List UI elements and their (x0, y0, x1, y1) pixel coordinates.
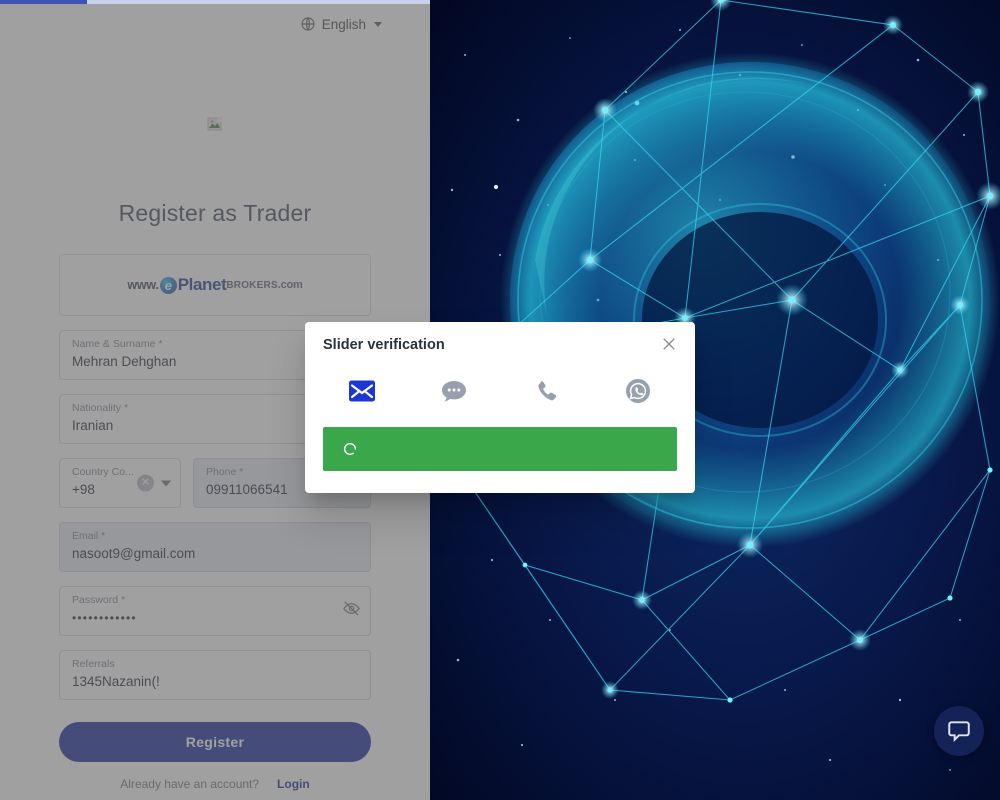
chat-bubble-icon (442, 381, 466, 402)
whatsapp-channel-button[interactable] (621, 374, 655, 408)
phone-icon (537, 380, 556, 400)
verification-slider-track[interactable] (323, 427, 677, 471)
call-channel-button[interactable] (529, 374, 563, 408)
spinner-icon (342, 441, 358, 457)
email-channel-button[interactable] (345, 374, 379, 408)
slider-verification-modal: Slider verification (305, 322, 695, 493)
verification-channel-row (305, 360, 695, 416)
loading-bar-fill (0, 0, 87, 4)
chat-widget-button[interactable] (934, 706, 984, 756)
sms-channel-button[interactable] (437, 374, 471, 408)
page-loading-bar (0, 0, 430, 4)
close-icon[interactable] (660, 335, 678, 353)
envelope-icon (349, 380, 375, 402)
modal-header: Slider verification (305, 322, 695, 360)
whatsapp-icon (626, 379, 650, 403)
register-page: English Register as Trader www.ePlanetBR… (0, 0, 1000, 800)
chat-widget-icon (948, 721, 970, 743)
modal-title: Slider verification (323, 337, 445, 353)
